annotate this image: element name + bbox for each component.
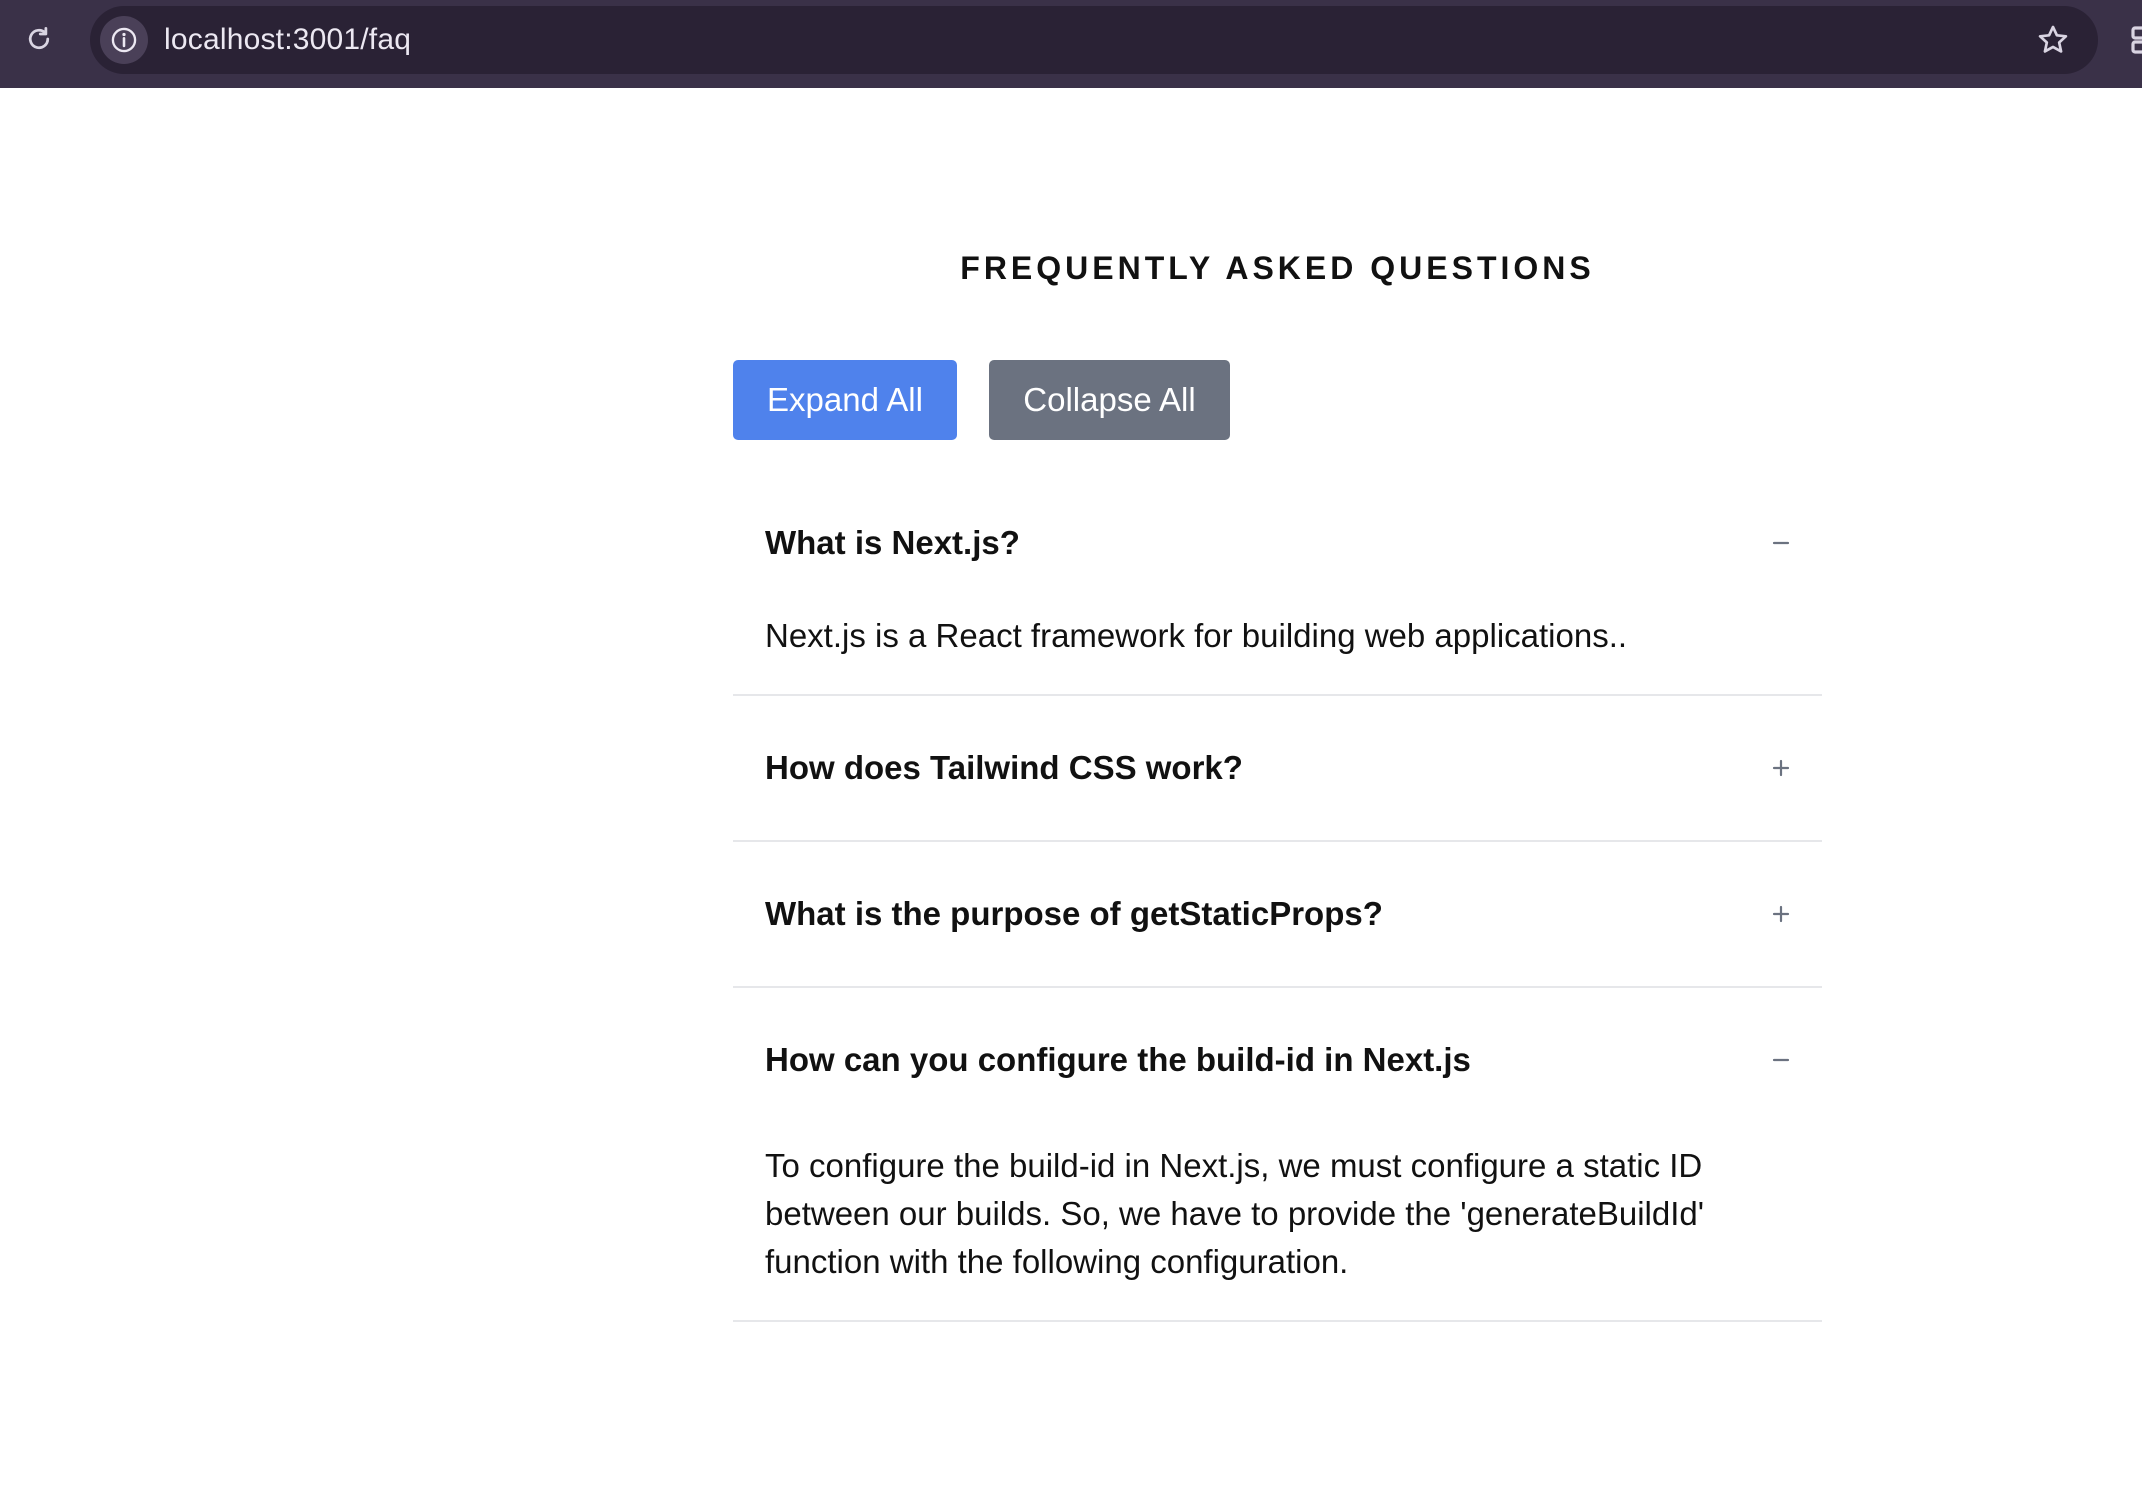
faq-list: What is Next.js? Next.js is a React fram… (733, 484, 1822, 1322)
faq-item: What is the purpose of getStaticProps? (733, 842, 1822, 988)
faq-item: How can you configure the build-id in Ne… (733, 988, 1822, 1322)
info-icon[interactable] (100, 16, 148, 64)
faq-answer: To configure the build-id in Next.js, we… (765, 1147, 1705, 1280)
collapse-all-button[interactable]: Collapse All (989, 360, 1230, 440)
faq-question-text: How does Tailwind CSS work? (765, 749, 1243, 786)
extension-icon[interactable] (2128, 22, 2142, 58)
star-icon[interactable] (2034, 21, 2072, 59)
faq-question-text: What is the purpose of getStaticProps? (765, 895, 1383, 932)
faq-question[interactable]: What is Next.js? (733, 484, 1822, 602)
faq-item: How does Tailwind CSS work? (733, 696, 1822, 842)
faq-question[interactable]: How does Tailwind CSS work? (733, 696, 1822, 840)
plus-icon[interactable] (1770, 903, 1792, 925)
faq-answer: Next.js is a React framework for buildin… (765, 617, 1628, 654)
address-bar[interactable]: localhost:3001/faq (90, 6, 2098, 74)
minus-icon[interactable] (1770, 532, 1792, 554)
url-text[interactable]: localhost:3001/faq (164, 6, 411, 74)
minus-icon[interactable] (1770, 1049, 1792, 1071)
faq-question-text: How can you configure the build-id in Ne… (765, 1041, 1471, 1078)
expand-all-button[interactable]: Expand All (733, 360, 957, 440)
faq-item: What is Next.js? Next.js is a React fram… (733, 484, 1822, 696)
page-title: FREQUENTLY ASKED QUESTIONS (960, 250, 1595, 286)
browser-toolbar: localhost:3001/faq (0, 0, 2142, 88)
faq-question[interactable]: What is the purpose of getStaticProps? (733, 842, 1822, 986)
faq-question-text: What is Next.js? (765, 524, 1020, 561)
faq-question[interactable]: How can you configure the build-id in Ne… (733, 988, 1822, 1132)
plus-icon[interactable] (1770, 757, 1792, 779)
reload-icon[interactable] (20, 20, 58, 58)
